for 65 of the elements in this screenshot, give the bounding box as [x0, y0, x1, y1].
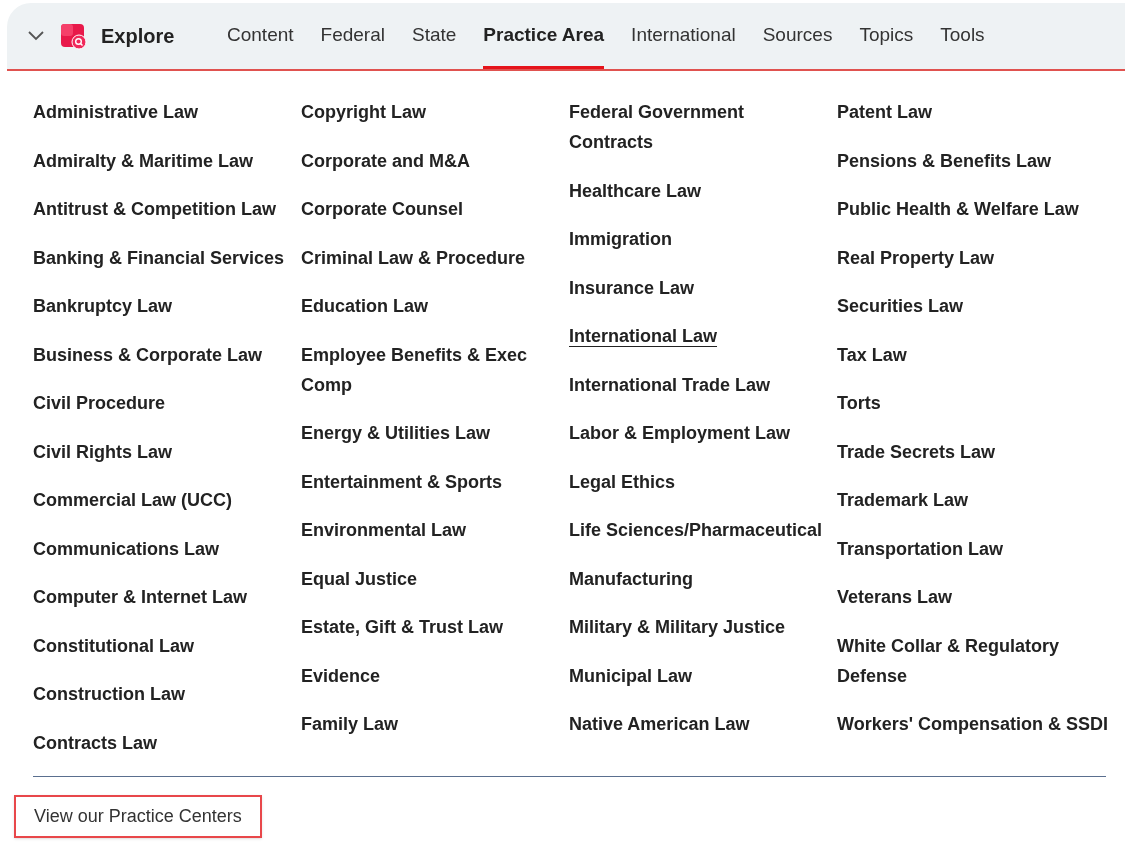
practice-area-link[interactable]: Corporate Counsel: [301, 194, 464, 224]
practice-area-link[interactable]: Criminal Law & Procedure: [301, 242, 526, 273]
nav-tab[interactable]: International: [631, 3, 736, 69]
practice-area-link[interactable]: Energy & Utilities Law: [301, 418, 491, 448]
practice-area-link[interactable]: Healthcare Law: [569, 175, 702, 206]
practice-area-link[interactable]: Education Law: [301, 291, 428, 321]
practice-area-link[interactable]: Manufacturing: [569, 563, 693, 594]
practice-area-link[interactable]: Constitutional Law: [33, 630, 194, 661]
practice-area-link[interactable]: Corporate and M&A: [301, 145, 470, 176]
chevron-down-icon[interactable]: [27, 30, 45, 42]
practice-area-link[interactable]: Equal Justice: [301, 563, 418, 594]
practice-area-link[interactable]: Computer & Internet Law: [33, 582, 247, 612]
practice-area-link[interactable]: International Trade Law: [569, 369, 771, 400]
practice-area-link[interactable]: Communications Law: [33, 533, 220, 564]
practice-area-link[interactable]: Legal Ethics: [569, 466, 676, 497]
practice-area-link[interactable]: Bankruptcy Law: [33, 291, 173, 321]
practice-area-link[interactable]: Evidence: [301, 660, 381, 691]
nav-tab[interactable]: Federal: [320, 3, 385, 69]
practice-area-link[interactable]: Trade Secrets Law: [837, 436, 996, 467]
practice-area-link[interactable]: Pensions & Benefits Law: [837, 145, 1052, 176]
practice-area-link[interactable]: Labor & Employment Law: [569, 418, 791, 448]
practice-area-link[interactable]: Life Sciences/Pharmaceutical: [569, 515, 823, 545]
practice-area-link[interactable]: Federal Government Contracts: [569, 97, 829, 157]
practice-area-link[interactable]: Banking & Financial Services: [33, 242, 285, 273]
practice-area-link[interactable]: Immigration: [569, 224, 672, 254]
practice-area-link[interactable]: Commercial Law (UCC): [33, 485, 233, 515]
practice-area-link[interactable]: Workers' Compensation & SSDI: [837, 709, 1108, 739]
practice-area-link[interactable]: Employee Benefits & Exec Comp: [301, 339, 561, 400]
nav-tab[interactable]: Practice Area: [483, 3, 605, 69]
practice-area-link[interactable]: Trademark Law: [837, 485, 969, 515]
practice-area-link[interactable]: Entertainment & Sports: [301, 466, 503, 497]
practice-area-link[interactable]: Contracts Law: [33, 727, 158, 758]
practice-area-link[interactable]: Family Law: [301, 709, 399, 739]
practice-area-link[interactable]: Real Property Law: [837, 242, 995, 273]
practice-area-link[interactable]: Native American Law: [569, 709, 750, 739]
practice-area-link[interactable]: Civil Procedure: [33, 388, 166, 418]
practice-area-link[interactable]: Environmental Law: [301, 515, 467, 545]
practice-area-link[interactable]: Patent Law: [837, 97, 933, 127]
practice-area-link[interactable]: White Collar & Regulatory Defense: [837, 630, 1109, 691]
practice-area-link[interactable]: Construction Law: [33, 679, 185, 709]
nav-tab[interactable]: Sources: [762, 3, 833, 69]
practice-area-link[interactable]: Civil Rights Law: [33, 436, 173, 467]
nav-tab[interactable]: Tools: [940, 3, 985, 69]
practice-area-link[interactable]: Veterans Law: [837, 582, 953, 612]
app-logo-icon: [59, 22, 87, 50]
nav-tab[interactable]: Content: [227, 3, 294, 69]
nav-tab[interactable]: State: [411, 3, 457, 69]
practice-area-link[interactable]: Business & Corporate Law: [33, 339, 263, 370]
nav-tab[interactable]: Topics: [859, 3, 914, 69]
practice-centers-link[interactable]: View our Practice Centers: [14, 794, 262, 838]
practice-area-link[interactable]: Military & Military Justice: [569, 612, 786, 642]
practice-area-link[interactable]: Copyright Law: [301, 97, 426, 127]
practice-area-link[interactable]: Municipal Law: [569, 660, 692, 691]
explore-title: Explore: [101, 24, 175, 49]
practice-area-link[interactable]: Administrative Law: [33, 97, 199, 127]
practice-area-link[interactable]: Torts: [837, 388, 881, 418]
practice-area-link[interactable]: Insurance Law: [569, 272, 695, 303]
practice-area-link[interactable]: Public Health & Welfare Law: [837, 194, 1079, 224]
practice-area-link[interactable]: Tax Law: [837, 339, 907, 370]
practice-area-link[interactable]: Transportation Law: [837, 533, 1004, 564]
practice-area-link[interactable]: Antitrust & Competition Law: [33, 194, 276, 224]
practice-area-link[interactable]: Securities Law: [837, 291, 964, 321]
practice-area-link[interactable]: International Law: [569, 321, 718, 351]
practice-area-link[interactable]: Estate, Gift & Trust Law: [301, 612, 504, 642]
practice-area-link[interactable]: Admiralty & Maritime Law: [33, 145, 254, 176]
